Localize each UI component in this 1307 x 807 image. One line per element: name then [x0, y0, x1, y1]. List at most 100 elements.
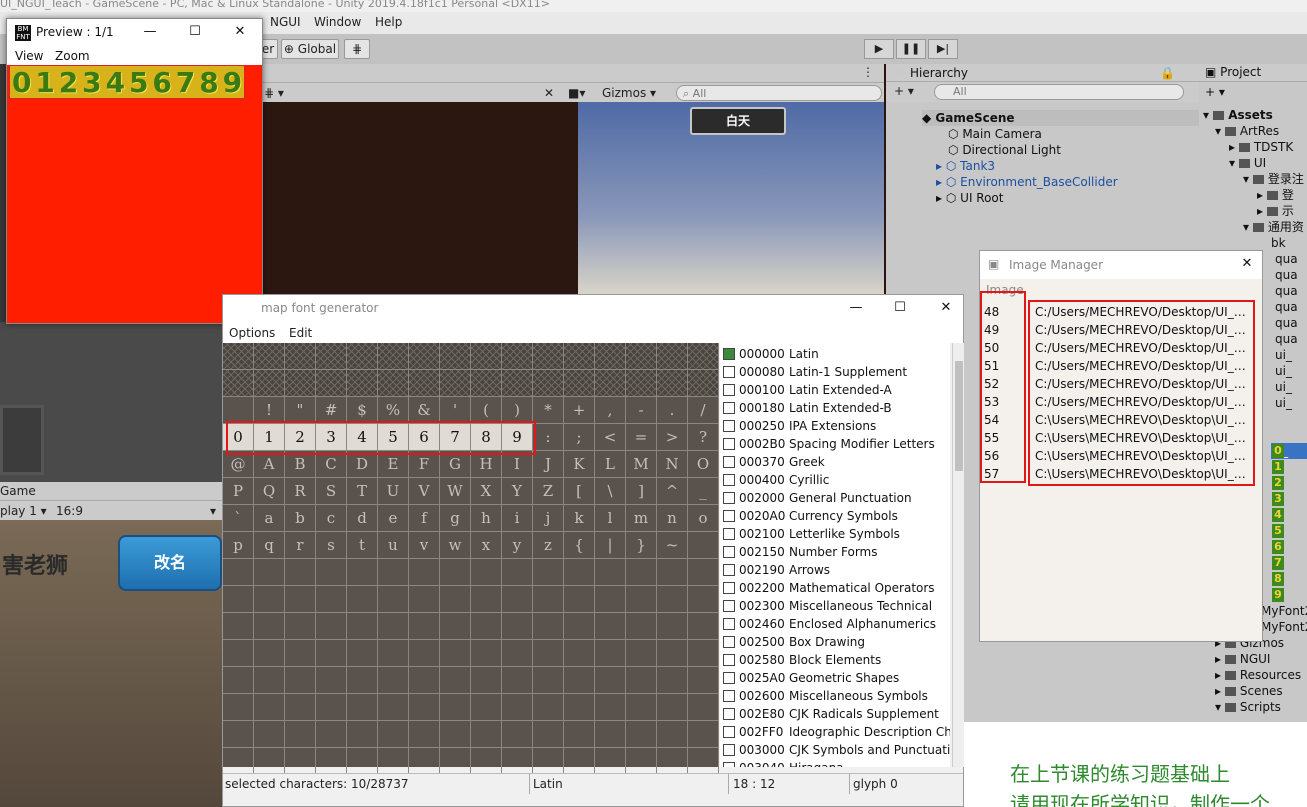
- glyph-cell[interactable]: [595, 748, 626, 775]
- glyph-cell[interactable]: [533, 370, 564, 397]
- glyph-cell[interactable]: [688, 343, 719, 370]
- range-checkbox[interactable]: [723, 438, 735, 450]
- glyph-cell[interactable]: [533, 343, 564, 370]
- glyph-cell[interactable]: [595, 586, 626, 613]
- glyph-cell[interactable]: d: [347, 505, 378, 532]
- glyph-cell[interactable]: [223, 748, 254, 775]
- digit-thumb-2[interactable]: 2: [1272, 476, 1284, 490]
- glyph-cell[interactable]: [316, 343, 347, 370]
- glyph-cell[interactable]: [285, 343, 316, 370]
- glyph-cell[interactable]: ]: [626, 478, 657, 505]
- glyph-cell[interactable]: [409, 370, 440, 397]
- glyph-cell[interactable]: [502, 613, 533, 640]
- glyph-cell[interactable]: &: [409, 397, 440, 424]
- glyph-cell[interactable]: _: [688, 478, 719, 505]
- glyph-cell[interactable]: [688, 586, 719, 613]
- glyph-cell[interactable]: [347, 694, 378, 721]
- glyph-cell[interactable]: Z: [533, 478, 564, 505]
- add-icon[interactable]: + ▾: [894, 84, 914, 98]
- glyph-cell[interactable]: N: [657, 451, 688, 478]
- glyph-cell[interactable]: [254, 586, 285, 613]
- glyph-cell[interactable]: [657, 586, 688, 613]
- glyph-cell[interactable]: ^: [657, 478, 688, 505]
- glyph-cell[interactable]: G: [440, 451, 471, 478]
- project-asset[interactable]: qua: [1275, 315, 1298, 331]
- glyph-cell[interactable]: [285, 667, 316, 694]
- glyph-cell[interactable]: S: [316, 478, 347, 505]
- glyph-cell[interactable]: [657, 370, 688, 397]
- glyph-cell[interactable]: Q: [254, 478, 285, 505]
- glyph-cell[interactable]: [657, 721, 688, 748]
- glyph-cell[interactable]: ;: [564, 424, 595, 451]
- glyph-cell[interactable]: [595, 613, 626, 640]
- glyph-cell[interactable]: [471, 559, 502, 586]
- glyph-cell[interactable]: [502, 586, 533, 613]
- glyph-cell[interactable]: /: [688, 397, 719, 424]
- glyph-cell[interactable]: v: [409, 532, 440, 559]
- range-checkbox[interactable]: [723, 456, 735, 468]
- glyph-cell[interactable]: \: [595, 478, 626, 505]
- glyph-cell[interactable]: [409, 748, 440, 775]
- digit-thumb-4[interactable]: 4: [1272, 508, 1284, 522]
- unicode-range-item[interactable]: 003000 CJK Symbols and Punctuatio: [723, 741, 950, 759]
- hierarchy-item-scene[interactable]: ◆ GameScene: [922, 110, 1222, 126]
- glyph-cell[interactable]: [316, 370, 347, 397]
- glyph-cell[interactable]: [564, 370, 595, 397]
- range-checkbox[interactable]: [723, 474, 735, 486]
- glyph-cell[interactable]: [657, 748, 688, 775]
- glyph-cell[interactable]: [657, 667, 688, 694]
- close-icon[interactable]: ✕: [937, 299, 955, 317]
- pause-button[interactable]: ❚❚: [896, 39, 926, 59]
- glyph-cell[interactable]: [223, 721, 254, 748]
- range-checkbox[interactable]: [723, 384, 735, 396]
- glyph-cell[interactable]: [378, 667, 409, 694]
- digit-thumb-7[interactable]: 7: [1272, 556, 1284, 570]
- glyph-cell[interactable]: {: [564, 532, 595, 559]
- glyph-cell[interactable]: A: [254, 451, 285, 478]
- unicode-range-item[interactable]: 002150 Number Forms: [723, 543, 950, 561]
- project-asset[interactable]: ui_: [1275, 363, 1292, 379]
- glyph-cell[interactable]: [471, 694, 502, 721]
- menu-window[interactable]: Window: [314, 15, 361, 29]
- range-checkbox[interactable]: [723, 654, 735, 666]
- glyph-cell[interactable]: -: [626, 397, 657, 424]
- range-checkbox[interactable]: [723, 618, 735, 630]
- glyph-cell[interactable]: [254, 721, 285, 748]
- glyph-cell[interactable]: [285, 370, 316, 397]
- glyph-cell[interactable]: [533, 667, 564, 694]
- project-asset[interactable]: qua: [1275, 299, 1298, 315]
- glyph-cell[interactable]: u: [378, 532, 409, 559]
- glyph-cell[interactable]: [688, 559, 719, 586]
- project-folder-artres[interactable]: ▾ ArtRes: [1215, 123, 1279, 139]
- glyph-cell[interactable]: [595, 667, 626, 694]
- panel-menu-icon[interactable]: ⋮: [862, 65, 874, 79]
- glyph-cell[interactable]: [440, 613, 471, 640]
- hierarchy-tab[interactable]: ≡ Hierarchy 🔒 ⋮: [886, 64, 1199, 82]
- glyph-cell[interactable]: [502, 559, 533, 586]
- glyph-cell[interactable]: [564, 667, 595, 694]
- glyph-cell[interactable]: [254, 694, 285, 721]
- glyph-cell[interactable]: D: [347, 451, 378, 478]
- glyph-cell[interactable]: [254, 559, 285, 586]
- minimize-icon[interactable]: —: [141, 23, 159, 41]
- range-checkbox[interactable]: [723, 420, 735, 432]
- snap-button[interactable]: ⋕: [344, 39, 370, 59]
- range-checkbox[interactable]: [723, 564, 735, 576]
- glyph-cell[interactable]: [564, 613, 595, 640]
- project-asset[interactable]: bk: [1271, 235, 1286, 251]
- glyph-cell[interactable]: O: [688, 451, 719, 478]
- glyph-cell[interactable]: [254, 640, 285, 667]
- glyph-cell[interactable]: l: [595, 505, 626, 532]
- glyph-cell[interactable]: [688, 721, 719, 748]
- range-checkbox[interactable]: [723, 510, 735, 522]
- range-checkbox[interactable]: [723, 600, 735, 612]
- glyph-cell[interactable]: [347, 370, 378, 397]
- glyph-cell[interactable]: [626, 640, 657, 667]
- glyph-cell[interactable]: [378, 613, 409, 640]
- glyph-cell[interactable]: [347, 559, 378, 586]
- glyph-cell[interactable]: T: [347, 478, 378, 505]
- glyph-cell[interactable]: [347, 586, 378, 613]
- glyph-cell[interactable]: [223, 586, 254, 613]
- unicode-range-item[interactable]: 000400 Cyrillic: [723, 471, 950, 489]
- project-asset[interactable]: qua: [1275, 267, 1298, 283]
